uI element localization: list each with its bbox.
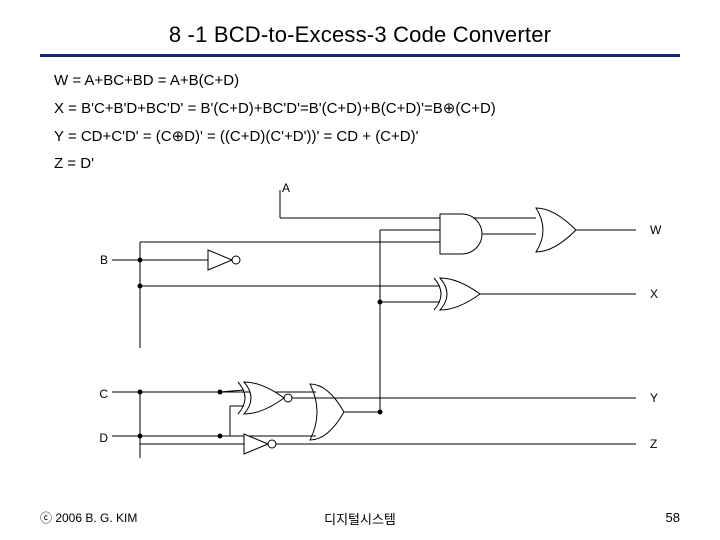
circuit-svg: A B C D — [60, 182, 700, 482]
eq-x: X = B'C+B'D+BC'D' = B'(C+D)+BC'D'=B'(C+D… — [54, 95, 680, 123]
label-input-b: B — [100, 253, 108, 267]
or-gate-w — [536, 208, 576, 252]
slide-title: 8 -1 BCD-to-Excess-3 Code Converter — [40, 22, 680, 57]
slide-title-text: 8 -1 BCD-to-Excess-3 Code Converter — [169, 22, 551, 47]
label-input-a: A — [282, 182, 290, 195]
label-input-d: D — [99, 431, 108, 445]
eq-w: W = A+BC+BD = A+B(C+D) — [54, 67, 680, 95]
label-output-w: W — [650, 223, 662, 237]
eq-z: Z = D' — [54, 150, 680, 178]
xnor-gate-y — [238, 382, 292, 414]
label-input-c: C — [99, 387, 108, 401]
equations-block: W = A+BC+BD = A+B(C+D) X = B'C+B'D+BC'D'… — [54, 67, 680, 178]
not-gate-b — [208, 250, 240, 270]
label-output-z: Z — [650, 437, 657, 451]
eq-y: Y = CD+C'D' = (C⊕D)' = ((C+D)(C'+D'))' =… — [54, 123, 680, 151]
not-gate-d — [244, 434, 276, 454]
label-output-x: X — [650, 287, 658, 301]
title-underline — [40, 54, 680, 57]
circuit-diagram: A B C D — [60, 182, 700, 482]
xor-gate-x — [434, 278, 480, 310]
and-gate-b-cd — [440, 214, 482, 254]
label-output-y: Y — [650, 391, 658, 405]
footer: ⓒ 2006 B. G. KIM 디지털시스템 58 — [0, 509, 720, 526]
footer-center: 디지털시스템 — [0, 509, 720, 528]
